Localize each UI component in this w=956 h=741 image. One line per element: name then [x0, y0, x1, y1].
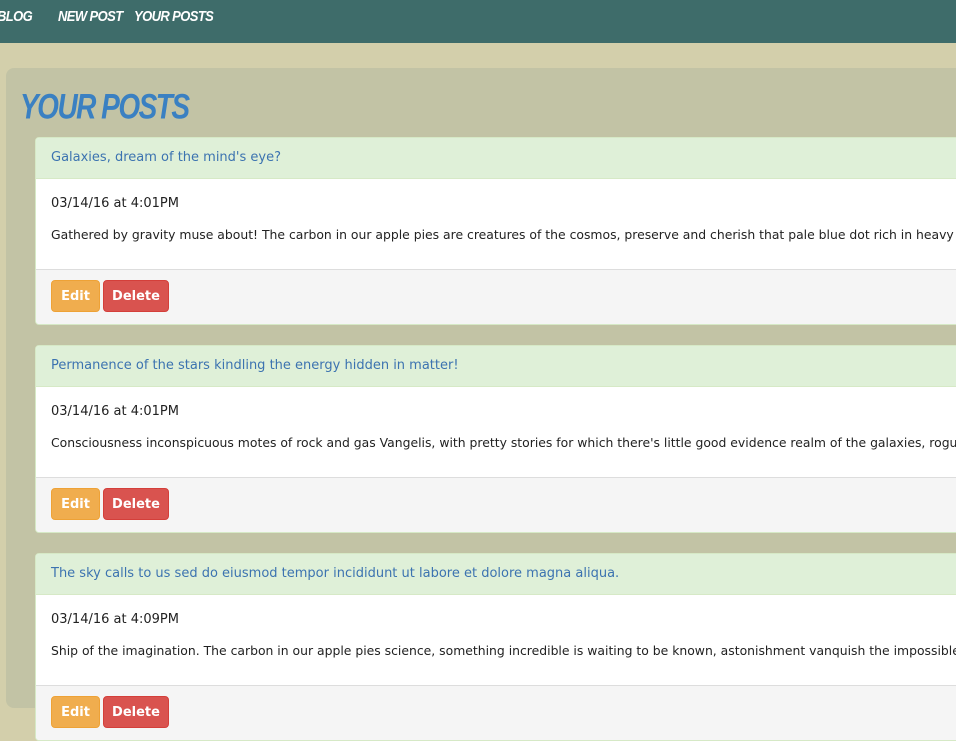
- post-title-link[interactable]: The sky calls to us sed do eiusmod tempo…: [51, 566, 619, 581]
- post-heading: Permanence of the stars kindling the ene…: [36, 346, 956, 387]
- post-date: 03/14/16 at 4:09PM: [51, 612, 179, 627]
- post-body: 03/14/16 at 4:09PM Ship of the imaginati…: [36, 595, 956, 685]
- delete-button[interactable]: Delete: [103, 280, 169, 312]
- post-body: 03/14/16 at 4:01PM Gathered by gravity m…: [36, 179, 956, 269]
- post-card: Galaxies, dream of the mind's eye? 03/14…: [35, 137, 956, 325]
- post-date: 03/14/16 at 4:01PM: [51, 404, 179, 419]
- post-body: 03/14/16 at 4:01PM Consciousness inconsp…: [36, 387, 956, 477]
- edit-button[interactable]: Edit: [51, 280, 100, 312]
- post-footer: Edit Delete: [36, 477, 956, 532]
- post-excerpt-text: Consciousness inconspicuous motes of roc…: [51, 435, 956, 450]
- post-heading: The sky calls to us sed do eiusmod tempo…: [36, 554, 956, 595]
- post-excerpt: Gathered by gravity muse about! The carb…: [51, 227, 956, 242]
- delete-button[interactable]: Delete: [103, 696, 169, 728]
- post-card: The sky calls to us sed do eiusmod tempo…: [35, 553, 956, 741]
- nav-new-post-link[interactable]: NEW POST: [58, 7, 123, 24]
- post-footer: Edit Delete: [36, 685, 956, 740]
- post-excerpt-text: Ship of the imagination. The carbon in o…: [51, 643, 956, 658]
- edit-button[interactable]: Edit: [51, 488, 100, 520]
- edit-button[interactable]: Edit: [51, 696, 100, 728]
- delete-button[interactable]: Delete: [103, 488, 169, 520]
- post-title-link[interactable]: Galaxies, dream of the mind's eye?: [51, 150, 281, 165]
- post-excerpt: Ship of the imagination. The carbon in o…: [51, 643, 956, 658]
- nav-your-posts-link[interactable]: YOUR POSTS: [134, 7, 214, 24]
- nav-brand-link[interactable]: BLOG: [0, 7, 33, 24]
- post-excerpt: Consciousness inconspicuous motes of roc…: [51, 435, 956, 450]
- navbar: BLOG NEW POST YOUR POSTS: [0, 0, 956, 43]
- post-footer: Edit Delete: [36, 269, 956, 324]
- post-title-link[interactable]: Permanence of the stars kindling the ene…: [51, 358, 459, 373]
- post-heading: Galaxies, dream of the mind's eye?: [36, 138, 956, 179]
- post-date: 03/14/16 at 4:01PM: [51, 196, 179, 211]
- post-excerpt-text: Gathered by gravity muse about! The carb…: [51, 227, 956, 242]
- post-card: Permanence of the stars kindling the ene…: [35, 345, 956, 533]
- page-title: YOUR POSTS: [20, 87, 190, 126]
